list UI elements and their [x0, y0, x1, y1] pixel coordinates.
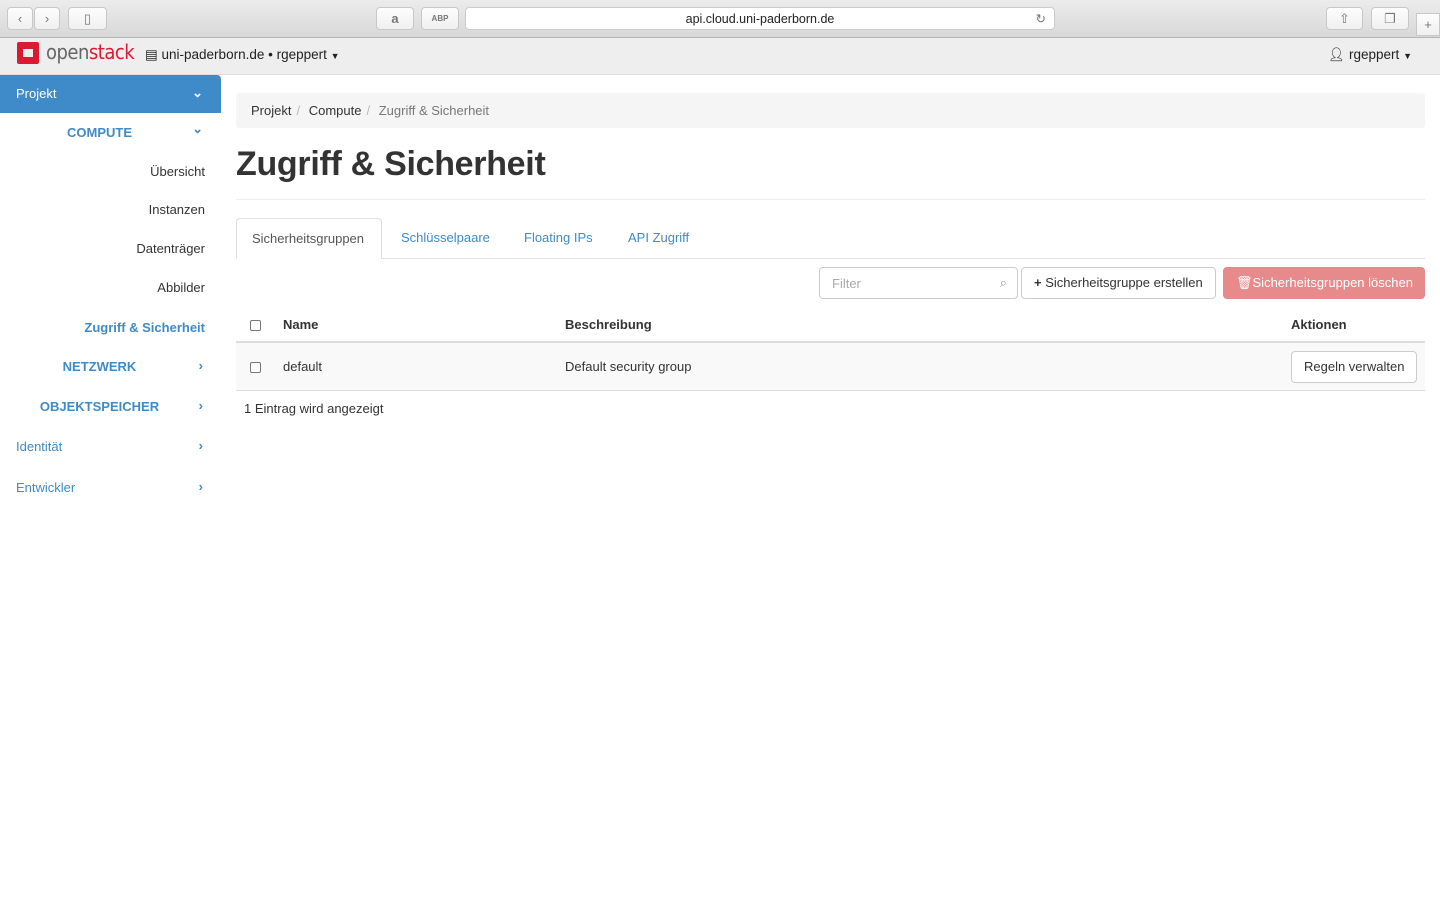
sidebar-item-datentraeger[interactable]: Datenträger [0, 241, 221, 256]
search-icon[interactable]: ⌕ [1000, 275, 1007, 291]
table-row [236, 343, 1425, 391]
divider [236, 199, 1425, 200]
tab-floating-ips[interactable]: Floating IPs [509, 218, 608, 259]
user-menu[interactable]: 👤︎ rgeppert ▼ [1328, 47, 1412, 63]
project-selector[interactable]: ▤ uni-paderborn.de • rgeppert ▼ [145, 47, 340, 63]
create-label: Sicherheitsgruppe erstellen [1045, 275, 1203, 290]
sidebar-netzwerk-label: NETZWERK [62, 359, 137, 374]
filter-placeholder: Filter [832, 276, 861, 291]
page-title: Zugriff & Sicherheit [236, 145, 546, 183]
sidebar-entwickler[interactable]: Entwickler › [0, 479, 221, 495]
chevron-down-icon: ⌄ [192, 85, 203, 100]
sidebar-objektspeicher-label: OBJEKTSPEICHER [39, 399, 160, 414]
chevron-right-icon: › [198, 358, 203, 373]
sidebar-netzwerk[interactable]: NETZWERK › [0, 358, 221, 374]
breadcrumb-current: Zugriff & Sicherheit [378, 103, 490, 118]
sidebar-toggle-button[interactable]: ▯ [68, 7, 107, 30]
back-button[interactable]: ‹ [7, 7, 33, 30]
column-header-aktionen: Aktionen [1291, 317, 1347, 332]
user-label: rgeppert [1349, 47, 1400, 62]
create-security-group-button[interactable]: + Sicherheitsgruppe erstellen [1021, 267, 1216, 299]
openstack-logo[interactable]: openstack [46, 40, 135, 64]
delete-label: Sicherheitsgruppen löschen [1252, 275, 1413, 290]
url-bar[interactable]: api.cloud.uni-paderborn.de ↻ [465, 7, 1055, 30]
chevron-down-icon: ⌄ [192, 121, 203, 136]
project-icon: ▤ [145, 47, 162, 62]
project-label: uni-paderborn.de • rgeppert [161, 47, 327, 62]
reload-icon[interactable]: ↻ [1036, 8, 1046, 30]
delete-security-groups-button: 🗑︎Sicherheitsgruppen löschen [1223, 267, 1425, 299]
manage-rules-button[interactable]: Regeln verwalten [1291, 351, 1418, 383]
select-all-checkbox[interactable] [250, 320, 261, 331]
cell-description: Default security group [565, 359, 692, 374]
sidebar-item-zugriff-sicherheit[interactable]: Zugriff & Sicherheit [0, 320, 221, 335]
sidebar-compute[interactable]: COMPUTE ⌄ [0, 121, 221, 140]
sidebar-item-instanzen[interactable]: Instanzen [0, 202, 221, 217]
adblock-extension-button[interactable]: ABP [421, 7, 459, 30]
row-checkbox[interactable] [250, 362, 261, 373]
sidebar-item-abbilder[interactable]: Abbilder [0, 280, 221, 295]
sidebar-item-uebersicht[interactable]: Übersicht [0, 164, 221, 179]
breadcrumb: Projekt / Compute / Zugriff & Sicherheit [236, 93, 1425, 128]
forward-button[interactable]: › [34, 7, 60, 30]
openstack-logo-icon[interactable] [17, 42, 39, 64]
sidebar-objektspeicher[interactable]: OBJEKTSPEICHER › [0, 398, 221, 414]
tab-api-zugriff[interactable]: API Zugriff [613, 218, 704, 259]
tab-sicherheitsgruppen[interactable]: Sicherheitsgruppen [236, 218, 382, 259]
url-text: api.cloud.uni-paderborn.de [685, 12, 835, 26]
item-count: 1 Eintrag wird angezeigt [244, 401, 384, 416]
sidebar-compute-label: COMPUTE [67, 125, 132, 140]
tab-bar: Sicherheitsgruppen Schlüsselpaare Floati… [236, 218, 1425, 259]
user-icon: 👤︎ [1328, 47, 1350, 62]
share-button[interactable]: ⇧ [1326, 7, 1363, 30]
plus-icon: + [1034, 275, 1042, 290]
caret-down-icon: ▼ [1403, 51, 1412, 61]
column-header-name[interactable]: Name [283, 317, 318, 332]
caret-down-icon: ▼ [330, 51, 340, 61]
amazon-extension-button[interactable]: a [376, 7, 414, 30]
browser-toolbar: ‹ › ▯ a ABP api.cloud.uni-paderborn.de ↻ … [0, 0, 1440, 38]
new-tab-button[interactable]: + [1416, 13, 1440, 36]
chevron-right-icon: › [198, 479, 203, 494]
sidebar-identitaet[interactable]: Identität › [0, 438, 221, 454]
breadcrumb-projekt[interactable]: Projekt [251, 103, 291, 118]
breadcrumb-compute[interactable]: Compute [309, 103, 362, 118]
sidebar-projekt[interactable]: Projekt ⌄ [0, 75, 221, 113]
filter-input[interactable]: Filter ⌕ [819, 267, 1018, 299]
chevron-right-icon: › [198, 438, 203, 453]
cell-name: default [283, 359, 323, 374]
chevron-right-icon: › [198, 398, 203, 413]
sidebar-entwickler-label: Entwickler [16, 480, 76, 495]
sidebar-identitaet-label: Identität [16, 439, 63, 454]
sidebar-projekt-label: Projekt [16, 86, 57, 101]
column-header-beschreibung[interactable]: Beschreibung [565, 317, 652, 332]
trash-icon: 🗑︎ [1236, 275, 1253, 290]
tabs-button[interactable]: ❐ [1371, 7, 1409, 30]
tab-schluesselpaare[interactable]: Schlüsselpaare [386, 218, 505, 259]
